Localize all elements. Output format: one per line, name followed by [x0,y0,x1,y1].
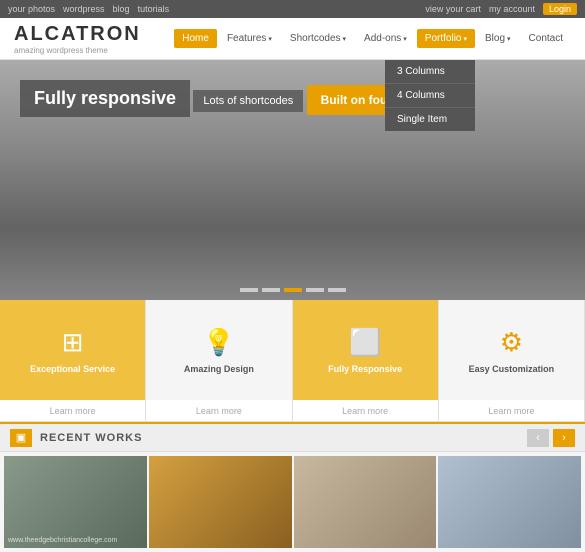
gallery-item-4[interactable] [438,456,581,548]
top-link-4[interactable]: tutorials [138,4,170,14]
nav-addons[interactable]: Add-ons ▾ [356,29,415,48]
chevron-down-icon: ▾ [463,35,467,43]
hero-dots [240,288,346,292]
nav-shortcodes[interactable]: Shortcodes ▾ [282,29,354,48]
recent-works-header: ▣ RECENT WORKS ‹ › [0,422,585,452]
dropdown-3col[interactable]: 3 Columns [385,60,475,84]
service-icon: ⊞ [62,327,84,358]
top-link-1[interactable]: your photos [8,4,55,14]
dot-3[interactable] [284,288,302,292]
top-link-2[interactable]: wordpress [63,4,105,14]
recent-works-icon: ▣ [10,429,32,447]
learn-more-row: Learn more Learn more Learn more Learn m… [0,400,585,422]
top-link-3[interactable]: blog [113,4,130,14]
header: ALCATRON amazing wordpress theme Home Fe… [0,18,585,60]
dropdown-4col[interactable]: 4 Columns [385,84,475,108]
dot-1[interactable] [240,288,258,292]
hero-subtitle: Lots of shortcodes [193,90,303,112]
customization-icon: ⚙ [500,327,523,358]
dot-2[interactable] [262,288,280,292]
learn-more-4[interactable]: Learn more [439,400,585,421]
gallery-nav: ‹ › [527,429,575,447]
responsive-icon: ⬜ [349,327,381,358]
gallery-next-button[interactable]: › [553,429,575,447]
nav-contact[interactable]: Contact [521,29,571,48]
image-icon: ▣ [16,431,26,444]
feature-service-label: Exceptional Service [30,364,115,374]
nav-portfolio[interactable]: Portfolio ▾ [417,29,475,48]
account-link[interactable]: my account [489,4,535,14]
gallery: www.theedgebchristiancollege.com [0,452,585,552]
chevron-down-icon: ▾ [343,35,347,43]
hero-section: Fully responsive Lots of shortcodes Buil… [0,60,585,300]
gallery-item-2[interactable] [149,456,292,548]
cart-link[interactable]: view your cart [425,4,481,14]
gallery-item-1[interactable]: www.theedgebchristiancollege.com [4,456,147,548]
learn-more-1[interactable]: Learn more [0,400,146,421]
gallery-item-3[interactable] [294,456,437,548]
nav-blog[interactable]: Blog ▾ [477,29,519,48]
dot-4[interactable] [306,288,324,292]
chevron-down-icon: ▾ [403,35,407,43]
feature-service: ⊞ Exceptional Service [0,300,146,400]
logo-sub: amazing wordpress theme [14,46,141,55]
login-button[interactable]: Login [543,3,577,15]
logo-area: ALCATRON amazing wordpress theme [14,23,141,55]
features-row: ⊞ Exceptional Service 💡 Amazing Design ⬜… [0,300,585,400]
feature-responsive: ⬜ Fully Responsive [293,300,439,400]
recent-works-title: RECENT WORKS [40,432,527,444]
dot-5[interactable] [328,288,346,292]
hero-title: Fully responsive [20,80,190,117]
logo-name[interactable]: ALCATRON [14,23,141,46]
feature-customization: ⚙ Easy Customization [439,300,585,400]
feature-design: 💡 Amazing Design [146,300,292,400]
gallery-prev-button[interactable]: ‹ [527,429,549,447]
nav-home[interactable]: Home [174,29,217,48]
dropdown-single[interactable]: Single Item [385,108,475,131]
top-bar: your photos wordpress blog tutorials vie… [0,0,585,18]
main-nav: Home Features ▾ Shortcodes ▾ Add-ons ▾ P… [174,29,571,48]
gallery-watermark: www.theedgebchristiancollege.com [8,537,117,544]
feature-design-label: Amazing Design [184,364,254,374]
design-icon: 💡 [203,327,235,358]
feature-responsive-label: Fully Responsive [328,364,402,374]
portfolio-dropdown: 3 Columns 4 Columns Single Item [385,60,475,131]
nav-features[interactable]: Features ▾ [219,29,280,48]
feature-customization-label: Easy Customization [469,364,555,374]
learn-more-3[interactable]: Learn more [293,400,439,421]
learn-more-2[interactable]: Learn more [146,400,292,421]
chevron-down-icon: ▾ [268,35,272,43]
chevron-down-icon: ▾ [507,35,511,43]
